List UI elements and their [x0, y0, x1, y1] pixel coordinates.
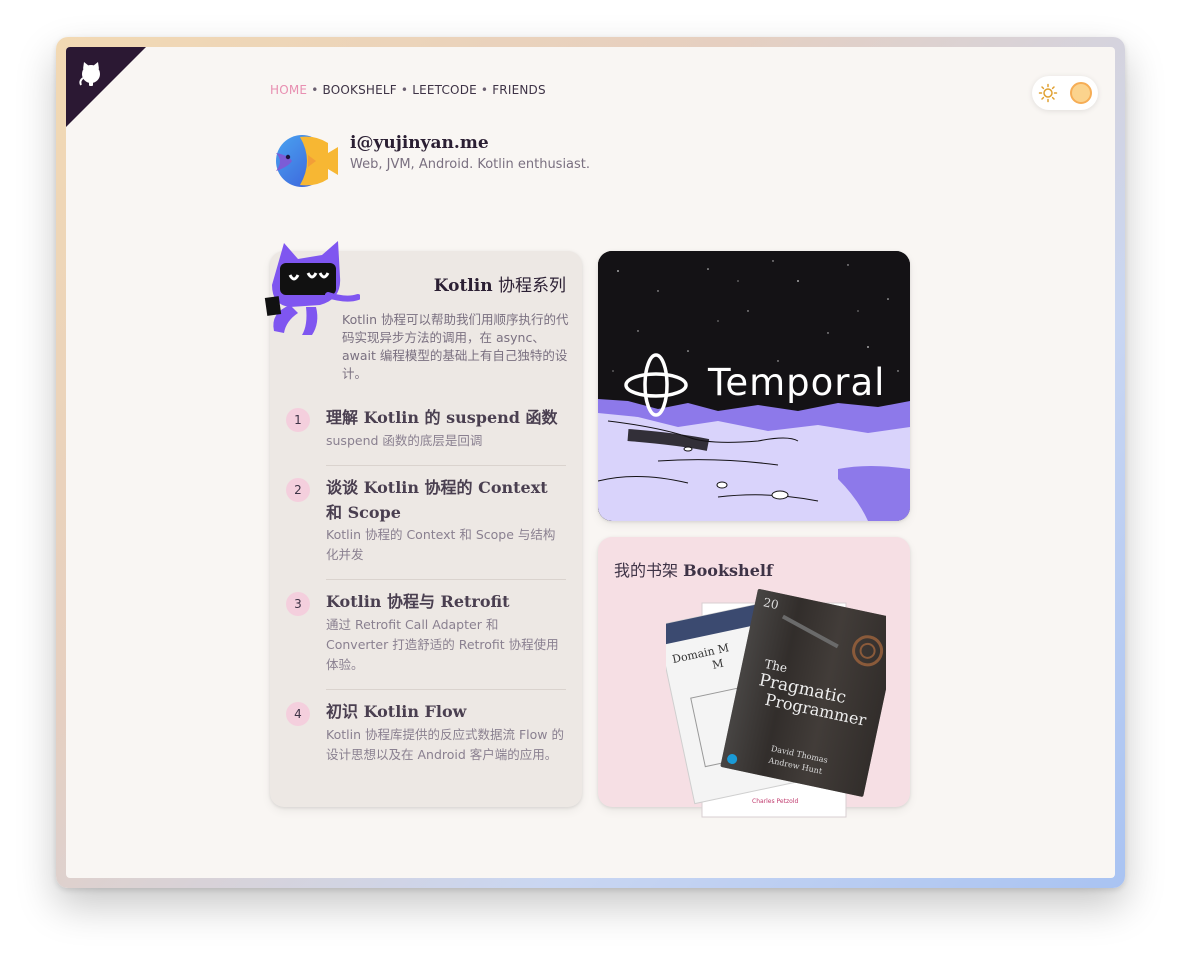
profile-email: i@yujinyan.me [350, 133, 489, 153]
article-title[interactable]: 谈谈 Kotlin 协程的 Context 和 Scope [326, 475, 566, 525]
article-divider [326, 579, 566, 580]
nav-bookshelf[interactable]: BOOKSHELF [323, 83, 397, 97]
article-item[interactable]: 1 理解 Kotlin 的 suspend 函数 suspend 函数的底层是回… [286, 405, 568, 466]
sun-icon [1038, 83, 1058, 103]
article-title[interactable]: Kotlin 协程与 Retrofit [326, 589, 566, 614]
article-subtitle: suspend 函数的底层是回调 [326, 433, 483, 448]
github-corner-icon[interactable] [66, 47, 146, 127]
series-title-rest: 协程系列 [492, 276, 566, 296]
profile-tagline: Web, JVM, Android. Kotlin enthusiast. [350, 157, 591, 172]
bookshelf-card[interactable]: 我的书架 Bookshelf Charles Petzold Domain M … [598, 537, 910, 818]
article-subtitle: 通过 Retrofit Call Adapter 和 Converter 打造舒… [326, 617, 559, 672]
page: HOME • BOOKSHELF • LEETCODE • FRIENDS i@… [66, 47, 1115, 878]
nav-leetcode[interactable]: LEETCODE [412, 83, 477, 97]
bottom-book-author: Charles Petzold [752, 798, 798, 805]
nav-separator: • [400, 83, 409, 97]
article-number: 3 [286, 592, 310, 616]
temporal-label: Temporal [708, 361, 886, 404]
top-nav: HOME • BOOKSHELF • LEETCODE • FRIENDS [270, 83, 546, 97]
nav-separator: • [311, 83, 319, 97]
bookshelf-title-cn: 我的书架 [614, 561, 684, 580]
article-number: 4 [286, 702, 310, 726]
article-title[interactable]: 初识 Kotlin Flow [326, 699, 566, 724]
browser-window: HOME • BOOKSHELF • LEETCODE • FRIENDS i@… [56, 37, 1125, 888]
article-number: 2 [286, 478, 310, 502]
nav-separator: • [480, 83, 489, 97]
article-subtitle: Kotlin 协程的 Context 和 Scope 与结构化并发 [326, 527, 556, 562]
article-number: 1 [286, 408, 310, 432]
nav-friends[interactable]: FRIENDS [492, 83, 546, 97]
toggle-knob [1070, 82, 1092, 104]
books-illustration: Charles Petzold Domain M M 20 The Pragma… [666, 589, 886, 818]
nav-home[interactable]: HOME [270, 83, 307, 97]
bookshelf-title: 我的书架 Bookshelf [614, 557, 773, 581]
kotlin-series-card: Kotlin 协程系列 Kotlin 协程可以帮助我们用顺序执行的代码实现异步方… [264, 241, 582, 807]
series-title[interactable]: Kotlin 协程系列 [434, 271, 566, 296]
article-item[interactable]: 3 Kotlin 协程与 Retrofit 通过 Retrofit Call A… [286, 589, 568, 690]
series-title-bold: Kotlin [433, 276, 493, 296]
article-divider [326, 689, 566, 690]
fish-avatar-icon [276, 135, 338, 187]
theme-toggle[interactable] [1032, 76, 1098, 110]
series-description: Kotlin 协程可以帮助我们用顺序执行的代码实现异步方法的调用，在 async… [342, 312, 569, 381]
bookshelf-title-en: Bookshelf [683, 561, 773, 580]
article-title[interactable]: 理解 Kotlin 的 suspend 函数 [326, 405, 566, 430]
temporal-card[interactable]: Temporal [598, 251, 910, 521]
article-item[interactable]: 4 初识 Kotlin Flow Kotlin 协程库提供的反应式数据流 Flo… [286, 699, 568, 789]
article-divider [326, 465, 566, 466]
article-item[interactable]: 2 谈谈 Kotlin 协程的 Context 和 Scope Kotlin 协… [286, 475, 568, 580]
article-subtitle: Kotlin 协程库提供的反应式数据流 Flow 的设计思想以及在 Androi… [326, 727, 564, 762]
